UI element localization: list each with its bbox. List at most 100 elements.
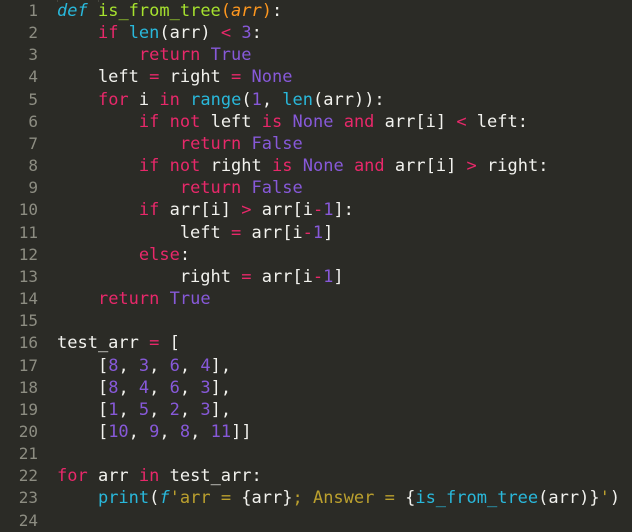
token-num: 11 [210,421,232,442]
code-line[interactable]: 10 if arr[i] > arr[i-1]: [0,199,632,221]
line-source[interactable]: right = arr[i-1] [57,266,344,288]
code-line[interactable]: 3 return True [0,44,632,66]
line-number: 23 [18,488,38,508]
code-line[interactable]: 7 return False [0,133,632,155]
line-source[interactable]: print(f'arr = {arr}; Answer = {is_from_t… [57,487,620,509]
code-line[interactable]: 22 for arr in test_arr: [0,465,632,487]
code-line[interactable]: 16 test_arr = [ [0,332,632,354]
token-op: < [220,23,232,44]
code-line[interactable]: 19 [1, 5, 2, 3], [0,399,632,421]
code-line[interactable]: 21 [0,443,632,465]
token-num: 6 [169,377,180,398]
code-line[interactable]: 14 return True [0,288,632,310]
line-number: 20 [18,421,38,441]
token-plain: , [118,399,139,420]
code-line[interactable]: 24 [0,510,632,532]
code-editor[interactable]: 1 def is_from_tree(arr): 2 if len(arr) < 3… [0,0,632,532]
token-plain: arr [87,466,139,487]
line-number: 11 [18,222,38,242]
code-line[interactable]: 5 for i in range(1, len(arr)): [0,89,632,111]
token-plain: ]: [333,200,354,221]
token-kw: if [97,23,119,44]
token-plain: ]] [231,421,252,442]
code-line[interactable]: 11 left = arr[i-1] [0,222,632,244]
token-plain: , [149,399,170,420]
token-plain: [ [57,421,109,442]
code-line[interactable]: 12 else: [0,244,632,266]
code-line[interactable]: 17 [8, 3, 6, 4], [0,355,632,377]
token-plain: test_arr [57,333,150,354]
token-builtin: print [97,488,150,509]
line-source[interactable]: left = arr[i-1] [57,222,334,244]
line-number: 21 [18,444,38,464]
token-builtin: range [190,89,242,110]
token-kw: return [179,133,242,154]
token-plain: left [200,111,262,132]
token-plain: { [405,488,416,509]
token-builtin: len [282,89,314,110]
code-line[interactable]: 1 def is_from_tree(arr): [0,0,632,22]
line-source[interactable]: [10, 9, 8, 11]] [57,421,252,443]
token-op: > [466,156,477,177]
code-line[interactable]: 18 [8, 4, 6, 3], [0,377,632,399]
token-num: 8 [179,421,191,442]
token-op: - [312,266,324,287]
line-source[interactable]: [8, 3, 6, 4], [57,355,231,377]
token-op: = [149,67,160,88]
token-kw: return [138,45,201,66]
token-plain: [ [57,355,109,376]
code-line[interactable]: 2 if len(arr) < 3: [0,22,632,44]
line-source[interactable]: if len(arr) < 3: [57,22,262,44]
token-const: None [292,111,334,132]
line-number: 17 [18,355,38,375]
line-number: 4 [28,67,38,87]
line-source[interactable]: if not left is None and arr[i] < left: [57,111,528,133]
line-source[interactable]: [8, 4, 6, 3], [57,377,231,399]
code-line[interactable]: 4 left = right = None [0,66,632,88]
token-plain: (arr)): [313,89,385,110]
code-content[interactable]: 1 def is_from_tree(arr): 2 if len(arr) < 3… [0,0,632,532]
token-kw: if [138,156,160,177]
token-num: 3 [241,23,252,44]
line-source[interactable]: else: [57,244,190,266]
line-number: 24 [18,510,38,530]
line-source[interactable]: if not right is None and arr[i] > right: [57,155,549,177]
line-source[interactable]: if arr[i] > arr[i-1]: [57,199,354,221]
code-line[interactable]: 20 [10, 9, 8, 11]] [0,421,632,443]
token-plain: arr[i [251,266,313,287]
line-source[interactable]: return False [57,133,303,155]
line-source[interactable]: return True [57,288,211,310]
token-plain: {arr} [241,488,293,509]
token-plain: arr[i] [374,111,457,132]
code-line[interactable]: 15 [0,310,632,332]
code-line[interactable]: 9 return False [0,177,632,199]
line-source[interactable]: for i in range(1, len(arr)): [57,89,385,111]
code-line[interactable]: 6 if not left is None and arr[i] < left: [0,111,632,133]
token-plain: , [149,355,170,376]
line-source[interactable]: return False [57,177,303,199]
line-source[interactable]: left = right = None [57,66,293,88]
token-plain: , [149,377,170,398]
code-line[interactable]: 8 if not right is None and arr[i] > righ… [0,155,632,177]
line-source[interactable]: [1, 5, 2, 3], [57,399,231,421]
token-kw: is [261,111,283,132]
line-source[interactable]: for arr in test_arr: [57,465,262,487]
token-paren-o: ) [261,1,273,21]
line-source[interactable]: return True [57,44,252,66]
line-source[interactable]: def is_from_tree(arr): [57,0,282,22]
code-line[interactable]: 13 right = arr[i-1] [0,266,632,288]
token-plain: : [272,1,283,21]
token-num: 8 [108,355,119,376]
token-kw: not [169,111,201,132]
line-number: 14 [18,289,38,309]
code-line[interactable]: 23 print(f'arr = {arr}; Answer = {is_fro… [0,487,632,509]
line-source[interactable]: test_arr = [ [57,332,180,354]
token-builtin: len [128,23,160,44]
